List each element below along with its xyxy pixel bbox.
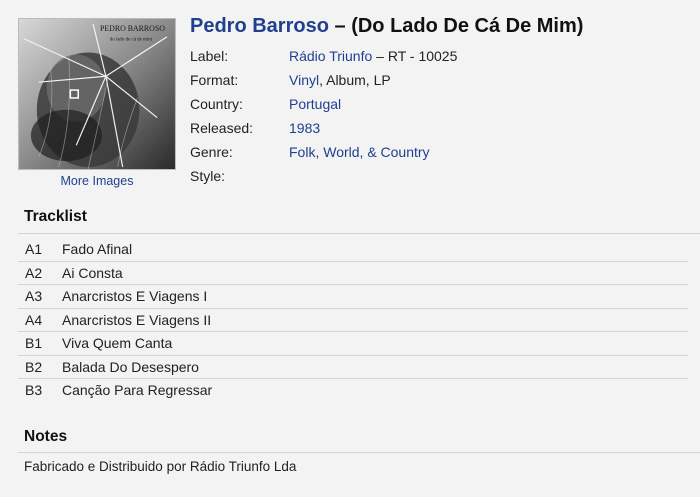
meta-row-released: Released: 1983	[190, 116, 690, 140]
track-position: A3	[25, 288, 43, 304]
meta-row-label: Label: Rádio Triunfo – RT - 10025	[190, 44, 690, 68]
track-row: B2 Balada Do Desespero	[18, 356, 688, 379]
release-info: Pedro Barroso – (Do Lado De Cá De Mim) L…	[190, 12, 690, 188]
track-row: A3 Anarcristos E Viagens I	[18, 285, 688, 309]
album-title: (Do Lado De Cá De Mim)	[351, 15, 584, 37]
track-title: Anarcristos E Viagens I	[62, 288, 208, 304]
released-key: Released:	[190, 120, 254, 136]
released-year-link[interactable]: 1983	[289, 116, 320, 140]
label-link[interactable]: Rádio Triunfo	[289, 48, 372, 64]
tracklist-divider	[18, 233, 700, 234]
genre-key: Genre:	[190, 144, 233, 160]
format-details: , Album, LP	[319, 72, 391, 88]
track-position: B3	[25, 382, 43, 398]
track-title: Viva Quem Canta	[62, 335, 173, 351]
more-images-link[interactable]: More Images	[18, 174, 176, 188]
track-row: A1 Fado Afinal	[18, 238, 688, 262]
meta-row-format: Format: Vinyl, Album, LP	[190, 68, 690, 92]
release-title: Pedro Barroso – (Do Lado De Cá De Mim)	[190, 12, 690, 40]
format-vinyl-link[interactable]: Vinyl	[289, 72, 319, 88]
notes-text: Fabricado e Distribuido por Rádio Triunf…	[24, 459, 297, 474]
style-key: Style:	[190, 168, 226, 184]
track-position: B1	[25, 335, 43, 351]
track-position: B2	[25, 358, 43, 375]
format-key: Format:	[190, 72, 239, 88]
tracklist-heading: Tracklist	[24, 208, 87, 225]
track-position: A2	[25, 264, 43, 281]
country-key: Country:	[190, 96, 243, 112]
country-link[interactable]: Portugal	[289, 92, 341, 116]
track-title: Canção Para Regressar	[62, 382, 213, 398]
cover-block: PEDRO BARROSO do lado de cá de mim More …	[18, 18, 176, 188]
meta-row-genre: Genre: Folk, World, & Country	[190, 140, 690, 164]
tracklist: A1 Fado Afinal A2 Ai Consta A3 Anarcristos …	[18, 238, 688, 403]
label-key: Label:	[190, 48, 229, 64]
genre-link[interactable]: Folk, World, & Country	[289, 140, 430, 164]
track-title: Anarcristos E Viagens II	[62, 311, 212, 328]
track-position: A4	[25, 311, 43, 328]
track-row: A2 Ai Consta	[18, 262, 688, 285]
meta-row-style: Style:	[190, 164, 690, 188]
catalog-number: – RT - 10025	[372, 48, 458, 64]
notes-heading: Notes	[24, 428, 68, 445]
track-row: B3 Canção Para Regressar	[18, 379, 688, 403]
title-separator: –	[328, 15, 352, 37]
album-cover-image[interactable]: PEDRO BARROSO do lado de cá de mim	[18, 18, 176, 170]
notes-divider	[18, 452, 700, 453]
release-metadata: Label: Rádio Triunfo – RT - 10025 Format:…	[190, 44, 690, 188]
track-title: Balada Do Desespero	[62, 358, 199, 375]
track-row: A4 Anarcristos E Viagens II	[18, 309, 688, 332]
meta-row-country: Country: Portugal	[190, 92, 690, 116]
cover-artist-text: PEDRO BARROSO	[100, 24, 165, 33]
cover-title-text: do lado de cá de mim	[110, 38, 152, 43]
track-row: B1 Viva Quem Canta	[18, 332, 688, 356]
track-position: A1	[25, 241, 43, 257]
track-title: Fado Afinal	[62, 241, 133, 257]
track-title: Ai Consta	[62, 264, 123, 281]
artist-link[interactable]: Pedro Barroso	[190, 15, 329, 37]
